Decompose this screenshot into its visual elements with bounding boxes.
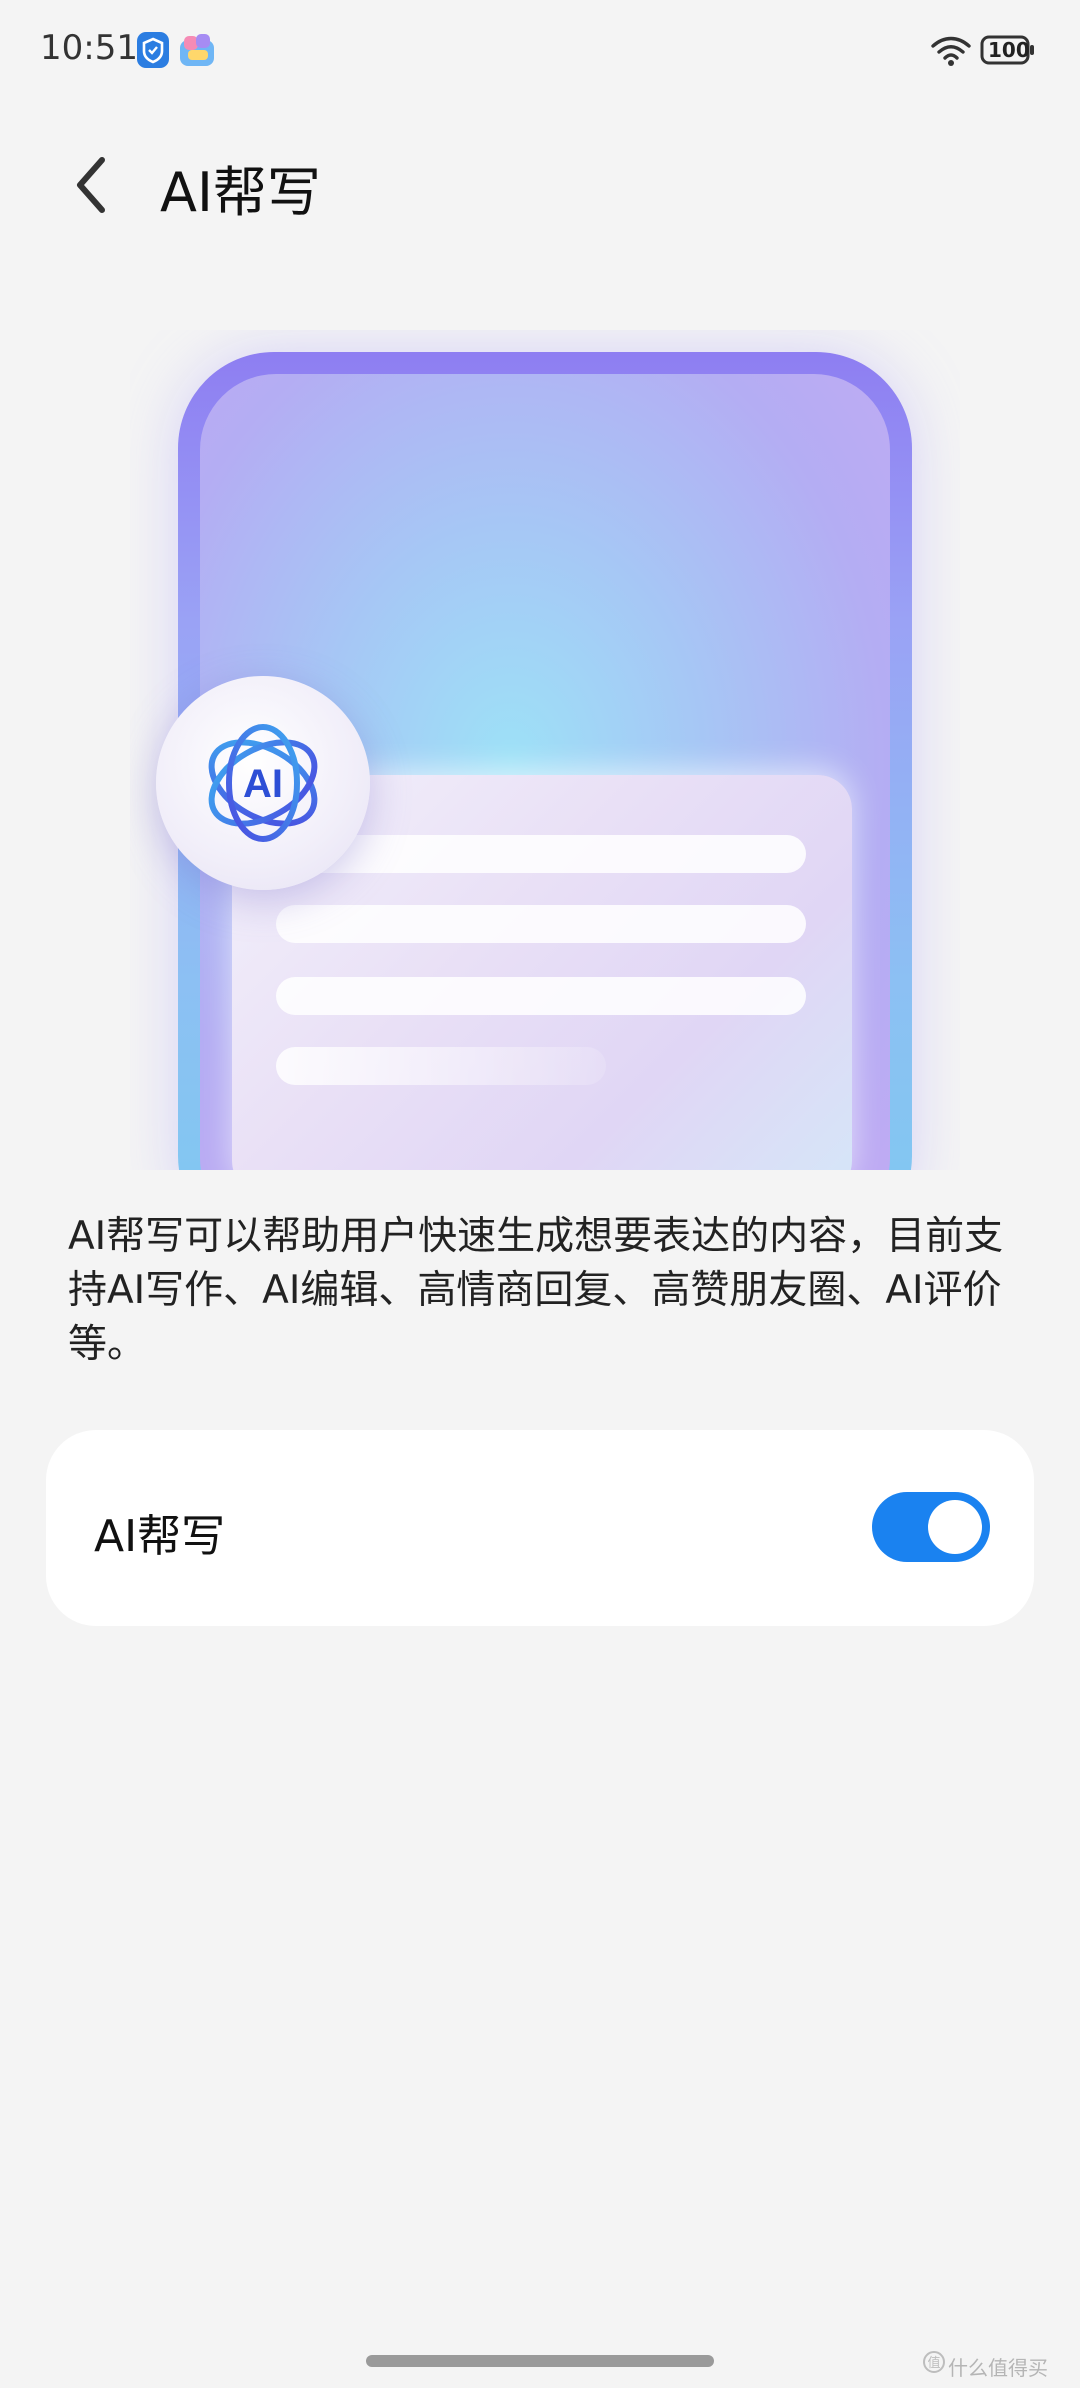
status-bar: 10:51 100 (0, 0, 1080, 100)
ai-orbit-icon: AI (208, 724, 318, 842)
page-title: AI帮写 (160, 161, 321, 224)
feature-description: AI帮写可以帮助用户快速生成想要表达的内容，目前支持AI写作、AI编辑、高情商回… (68, 1214, 1004, 1367)
document-line (276, 1047, 606, 1085)
back-button[interactable] (60, 140, 140, 230)
status-time: 10:51 (40, 28, 138, 68)
ai-write-setting-label: AI帮写 (94, 1511, 226, 1562)
ai-badge: AI (156, 676, 370, 890)
document-line (276, 835, 806, 873)
ai-write-setting-row[interactable]: AI帮写 (46, 1430, 1034, 1626)
document-line (276, 977, 806, 1015)
battery-level: 100 (988, 38, 1030, 62)
document-line (276, 905, 806, 943)
chevron-left-icon (77, 157, 105, 213)
watermark-text: 什么值得买 (948, 2356, 1048, 2380)
ai-badge-text: AI (243, 762, 283, 806)
colorful-app-icon (180, 34, 214, 66)
toggle-knob (928, 1500, 982, 1554)
wifi-icon (931, 36, 971, 66)
watermark-logo-icon: 值 (923, 2351, 945, 2373)
hero-illustration: AI (130, 330, 960, 1170)
svg-text:值: 值 (927, 2355, 940, 2371)
shield-app-icon (137, 32, 169, 68)
home-indicator[interactable] (366, 2355, 714, 2367)
ai-write-toggle[interactable] (872, 1492, 990, 1562)
